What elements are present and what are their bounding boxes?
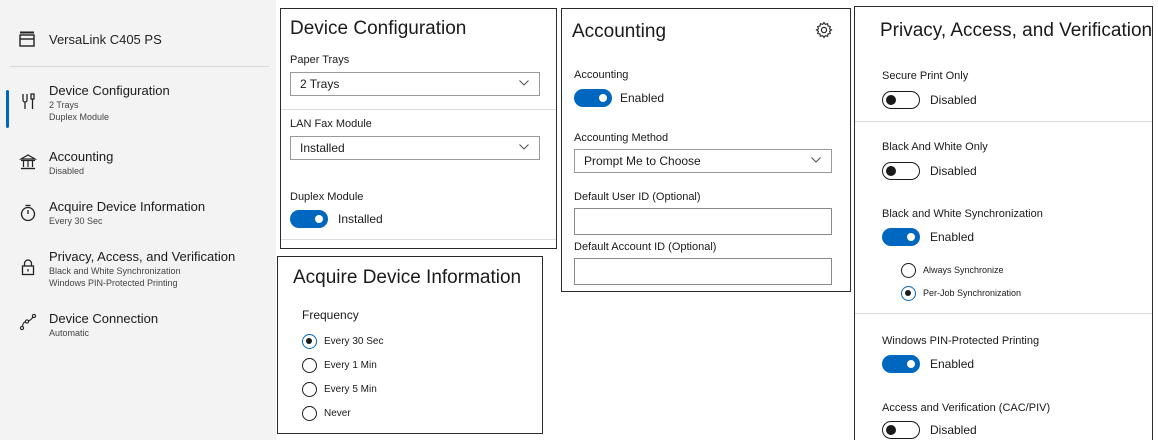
paper-trays-select[interactable]: 2 Trays [290, 72, 540, 96]
bw-sync-label: Black and White Synchronization [882, 208, 1043, 220]
chevron-down-icon [811, 157, 821, 163]
accounting-method-value: Prompt Me to Choose [584, 154, 701, 168]
accounting-state: Enabled [620, 91, 665, 105]
radio-every-1-min[interactable] [302, 358, 317, 373]
radio-label: Always Synchronize [923, 265, 1004, 275]
cac-piv-label: Access and Verification (CAC/PIV) [882, 402, 1051, 414]
device-configuration-panel: Device Configuration Paper Trays 2 Trays… [280, 8, 557, 249]
radio-every-30-sec[interactable] [302, 334, 317, 349]
nav-item-acquire-device-information[interactable]: Acquire Device Information Every 30 Sec [0, 194, 276, 234]
accounting-panel: Accounting Accounting Enabled Accounting… [561, 8, 851, 292]
selected-indicator [6, 90, 9, 128]
nav-item-title: Device Configuration [49, 83, 170, 98]
cac-piv-toggle[interactable] [882, 421, 920, 439]
section-divider [855, 313, 1152, 314]
secure-print-label: Secure Print Only [882, 70, 969, 82]
panel-title: Device Configuration [290, 18, 467, 39]
radio-label: Every 5 Min [324, 384, 377, 395]
bank-icon [19, 154, 37, 170]
duplex-state: Installed [338, 212, 383, 226]
lan-fax-select[interactable]: Installed [290, 136, 540, 160]
bw-only-label: Black And White Only [882, 141, 988, 153]
nav-item-subtitle: Every 30 Sec [49, 216, 103, 226]
pin-printing-toggle[interactable] [882, 355, 920, 373]
frequency-label: Frequency [302, 308, 359, 322]
duplex-label: Duplex Module [290, 191, 364, 203]
panel-title: Accounting [572, 21, 667, 42]
nav-divider [10, 66, 269, 67]
connection-icon [19, 313, 37, 331]
pin-printing-label: Windows PIN-Protected Printing [882, 335, 1040, 347]
nav-item-title: Privacy, Access, and Verification [49, 249, 236, 264]
chevron-down-icon [519, 144, 529, 150]
nav-item-subtitle: Black and White Synchronization [49, 266, 181, 276]
settings-sidebar: VersaLink C405 PS Device Configuration 2… [0, 0, 276, 440]
accounting-label: Accounting [574, 69, 629, 81]
gear-icon[interactable] [815, 21, 833, 39]
paper-trays-value: 2 Trays [300, 77, 340, 91]
device-name: VersaLink C405 PS [49, 32, 162, 47]
bw-sync-toggle[interactable] [882, 228, 920, 246]
acquire-device-information-panel: Acquire Device Information Frequency Eve… [277, 256, 543, 434]
radio-label: Never [324, 408, 351, 419]
nav-item-subtitle: Disabled [49, 166, 85, 176]
secure-print-state: Disabled [930, 93, 977, 107]
pin-printing-state: Enabled [930, 357, 975, 371]
privacy-access-verification-panel: Privacy, Access, and Verification Secure… [854, 6, 1153, 440]
duplex-toggle[interactable] [290, 210, 328, 228]
section-divider [281, 109, 556, 110]
default-account-id-input[interactable] [574, 258, 832, 285]
nav-item-subtitle: 2 Trays [49, 100, 79, 110]
default-user-id-input[interactable] [574, 208, 832, 235]
nav-item-title: Acquire Device Information [49, 199, 206, 214]
radio-never[interactable] [302, 406, 317, 421]
radio-label: Per-Job Synchronization [923, 288, 1022, 298]
nav-item-privacy-access-verification[interactable]: Privacy, Access, and Verification Black … [0, 244, 276, 294]
lan-fax-label: LAN Fax Module [290, 118, 372, 130]
lan-fax-value: Installed [300, 141, 345, 155]
printer-icon [19, 31, 35, 47]
default-user-id-label: Default User ID (Optional) [574, 191, 701, 203]
bw-only-toggle[interactable] [882, 162, 920, 180]
bw-only-state: Disabled [930, 164, 977, 178]
section-divider [281, 239, 556, 240]
nav-item-subtitle: Windows PIN-Protected Printing [49, 278, 178, 288]
radio-label: Every 30 Sec [324, 336, 384, 347]
nav-item-device-connection[interactable]: Device Connection Automatic [0, 306, 276, 346]
wrench-screwdriver-icon [22, 93, 35, 109]
device-header: VersaLink C405 PS [0, 0, 276, 66]
nav-item-subtitle: Automatic [49, 328, 90, 338]
chevron-down-icon [519, 80, 529, 86]
default-account-id-label: Default Account ID (Optional) [574, 241, 717, 253]
radio-per-job-synchronization[interactable] [901, 286, 916, 301]
bw-sync-state: Enabled [930, 230, 975, 244]
cac-piv-state: Disabled [930, 423, 977, 437]
accounting-toggle[interactable] [574, 89, 612, 107]
panel-title: Acquire Device Information [293, 267, 522, 288]
nav-item-accounting[interactable]: Accounting Disabled [0, 144, 276, 184]
secure-print-toggle[interactable] [882, 91, 920, 109]
accounting-method-label: Accounting Method [574, 132, 669, 144]
panel-title: Privacy, Access, and Verification [880, 20, 1153, 41]
nav-item-device-configuration[interactable]: Device Configuration 2 Trays Duplex Modu… [0, 78, 276, 134]
accounting-method-select[interactable]: Prompt Me to Choose [574, 149, 832, 173]
nav-item-title: Device Connection [49, 311, 159, 326]
timer-icon [20, 204, 36, 222]
nav-item-subtitle: Duplex Module [49, 112, 110, 122]
radio-label: Every 1 Min [324, 360, 377, 371]
paper-trays-label: Paper Trays [290, 54, 350, 66]
radio-always-synchronize[interactable] [901, 263, 916, 278]
nav-item-title: Accounting [49, 149, 114, 164]
lock-icon [21, 259, 35, 276]
section-divider [855, 121, 1152, 122]
radio-every-5-min[interactable] [302, 382, 317, 397]
